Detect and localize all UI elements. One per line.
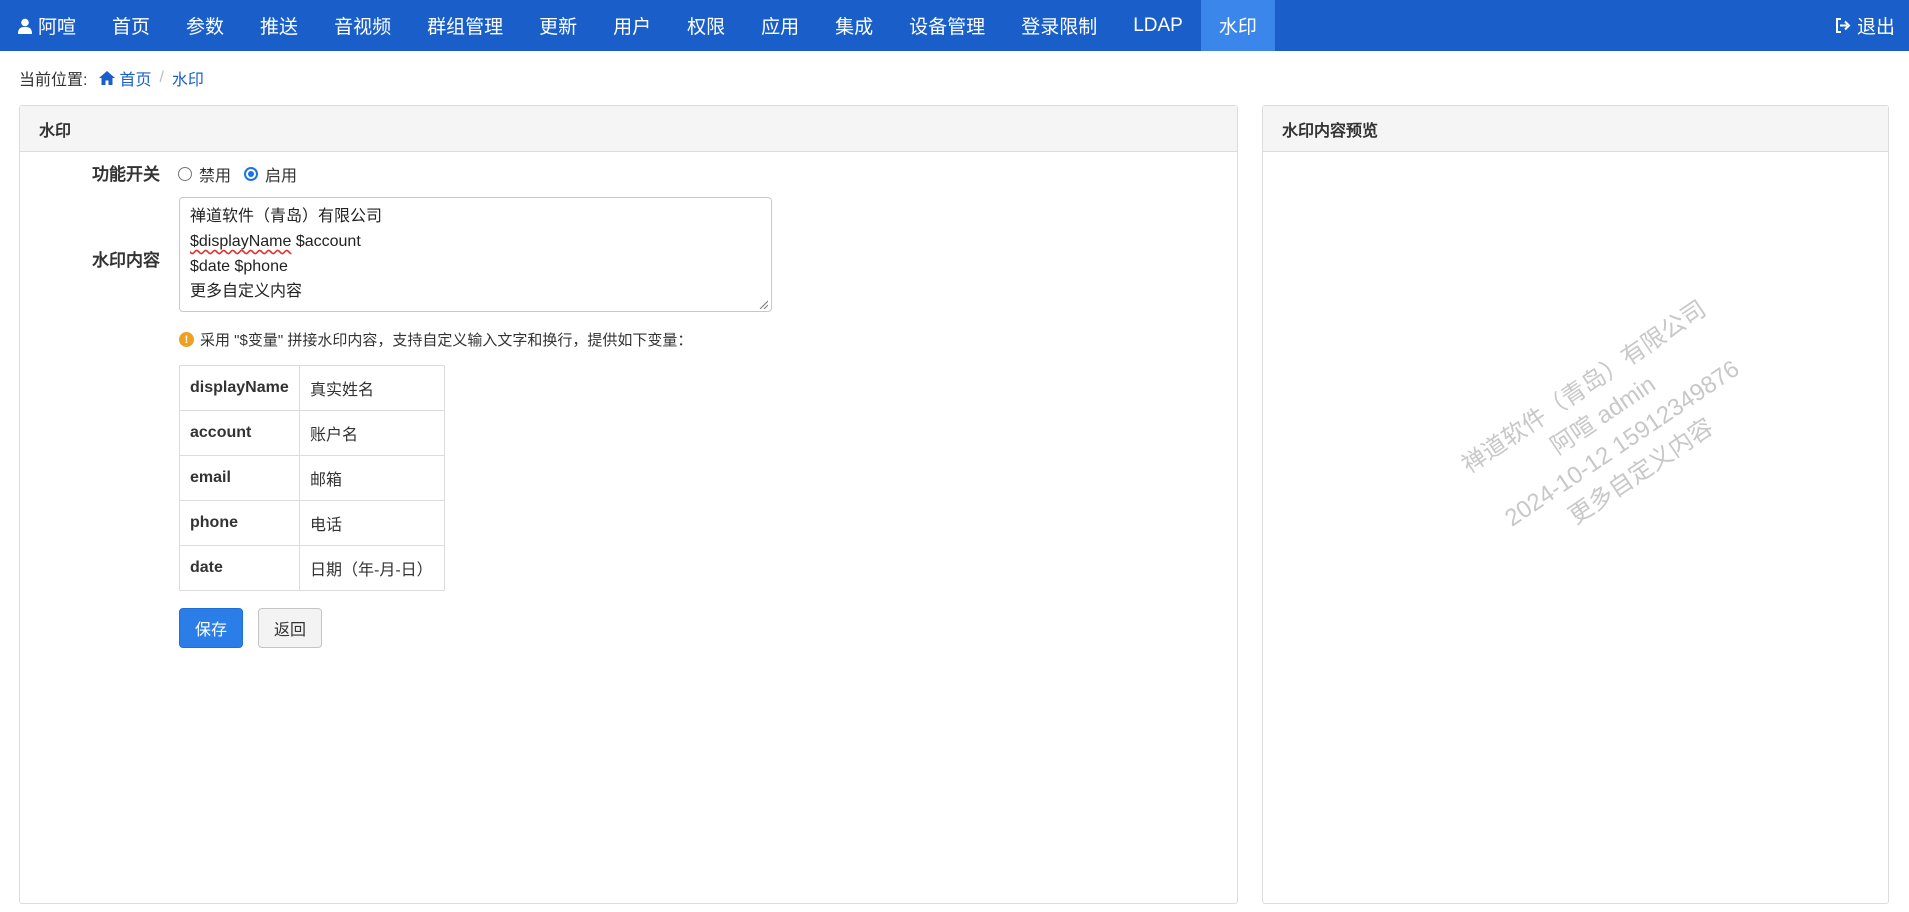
table-row: displayName 真实姓名	[179, 365, 445, 411]
nav-apps[interactable]: 应用	[743, 0, 817, 51]
content-line: $account	[291, 233, 361, 250]
variable-name: phone	[179, 500, 300, 546]
user-name: 阿喧	[38, 17, 77, 38]
watermark-settings-panel: 水印 功能开关 禁用 启用 水印内容 禅道软件（青岛）有限公司 $display…	[19, 105, 1238, 904]
nav-users[interactable]: 用户	[595, 0, 669, 51]
variable-name: email	[179, 455, 300, 501]
info-icon: !	[179, 332, 194, 347]
nav-params[interactable]: 参数	[168, 0, 242, 51]
tip-text: 采用 "$变量" 拼接水印内容，支持自定义输入文字和换行，提供如下变量：	[200, 332, 693, 349]
content-line: $date $phone	[190, 258, 288, 275]
top-navbar: 阿喧 首页 参数 推送 音视频 群组管理 更新 用户 权限 应用 集成 设备管理…	[0, 0, 1909, 51]
radio-enable[interactable]: 启用	[244, 162, 297, 186]
logout-label: 退出	[1856, 17, 1895, 38]
variable-desc: 日期（年-月-日）	[299, 545, 445, 591]
radio-disable[interactable]: 禁用	[178, 162, 231, 186]
variables-tip: ! 采用 "$变量" 拼接水印内容，支持自定义输入文字和换行，提供如下变量：	[179, 329, 692, 350]
watermark-preview: 禅道软件（青岛）有限公司 阿喧 admin 2024-10-12 1591234…	[1434, 279, 1792, 582]
variable-desc: 邮箱	[299, 455, 445, 501]
content-line: $displayName $account	[190, 229, 761, 254]
breadcrumb-label: 当前位置:	[19, 72, 88, 89]
resize-handle-icon[interactable]	[758, 299, 768, 309]
breadcrumb-current[interactable]: 水印	[172, 66, 204, 90]
radio-enable-input[interactable]	[244, 167, 259, 181]
radio-disable-label: 禁用	[199, 168, 232, 185]
nav-home[interactable]: 首页	[94, 0, 168, 51]
variable-name: displayName	[179, 365, 300, 411]
sign-out-icon	[1835, 18, 1851, 33]
logout-button[interactable]: 退出	[1825, 0, 1909, 51]
breadcrumb-separator: /	[159, 69, 164, 86]
nav-av[interactable]: 音视频	[316, 0, 409, 51]
content-line: 更多自定义内容	[190, 283, 303, 300]
nav-permissions[interactable]: 权限	[669, 0, 743, 51]
nav-push[interactable]: 推送	[242, 0, 316, 51]
variable-desc: 真实姓名	[299, 365, 445, 411]
variable-desc: 电话	[299, 500, 445, 546]
variables-table: displayName 真实姓名 account 账户名 email 邮箱 phone 电话 d…	[179, 365, 445, 591]
nav-groups[interactable]: 群组管理	[409, 0, 521, 51]
home-icon	[99, 71, 116, 85]
panel-title: 水印	[20, 106, 1237, 152]
user-menu[interactable]: 阿喧	[0, 0, 94, 51]
table-row: date 日期（年-月-日）	[179, 545, 445, 591]
radio-enable-label: 启用	[265, 168, 298, 185]
breadcrumb: 当前位置: 首页 / 水印	[19, 66, 204, 90]
save-button[interactable]: 保存	[179, 608, 243, 648]
content-label: 水印内容	[92, 251, 160, 270]
preview-title: 水印内容预览	[1263, 106, 1888, 152]
switch-label: 功能开关	[92, 165, 160, 184]
nav-integration[interactable]: 集成	[817, 0, 891, 51]
table-row: account 账户名	[179, 410, 445, 456]
content-line: $displayName	[190, 233, 292, 250]
nav-ldap[interactable]: LDAP	[1115, 0, 1201, 51]
variable-desc: 账户名	[299, 410, 445, 456]
content-line: 禅道软件（青岛）有限公司	[190, 208, 383, 225]
watermark-preview-panel: 水印内容预览 禅道软件（青岛）有限公司 阿喧 admin 2024-10-12 …	[1262, 105, 1889, 904]
radio-disable-input[interactable]	[178, 167, 192, 181]
variable-name: date	[179, 545, 300, 591]
nav-devices[interactable]: 设备管理	[891, 0, 1003, 51]
variable-name: account	[179, 410, 300, 456]
nav-login-limit[interactable]: 登录限制	[1003, 0, 1115, 51]
table-row: phone 电话	[179, 500, 445, 546]
switch-radio-group: 禁用 启用	[178, 162, 310, 186]
user-icon	[18, 18, 32, 34]
breadcrumb-home[interactable]: 首页	[99, 66, 151, 90]
table-row: email 邮箱	[179, 455, 445, 501]
breadcrumb-home-label: 首页	[119, 72, 152, 89]
watermark-content-textarea[interactable]: 禅道软件（青岛）有限公司 $displayName $account $date…	[179, 197, 772, 312]
nav-update[interactable]: 更新	[521, 0, 595, 51]
nav-watermark[interactable]: 水印	[1200, 0, 1275, 51]
back-button[interactable]: 返回	[258, 608, 322, 648]
